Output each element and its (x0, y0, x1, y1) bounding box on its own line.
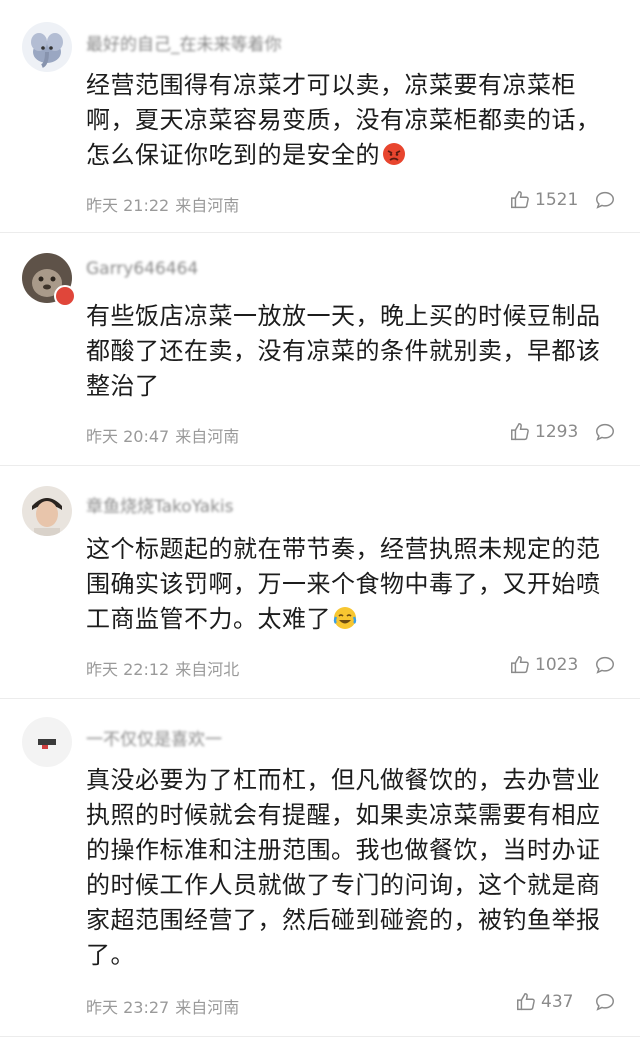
location: 来自河南 (175, 427, 240, 446)
thumbs-up-icon (511, 423, 529, 441)
location: 来自河北 (175, 660, 240, 679)
timestamp: 昨天 22:12 (86, 660, 170, 679)
comment-text: 这个标题起的就在带节奏，经营执照未规定的范围确实该罚啊，万一来个食物中毒了，又开… (86, 535, 601, 633)
avatar[interactable] (22, 22, 72, 72)
avatar[interactable] (22, 486, 72, 536)
comment-text: 经营范围得有凉菜才可以卖，凉菜要有凉菜柜啊，夏天凉菜容易变质，没有凉菜柜都卖的话… (86, 71, 601, 169)
thumbs-up-icon (511, 191, 529, 209)
vip-badge (54, 285, 76, 307)
timestamp: 昨天 23:27 (86, 998, 170, 1017)
like-button[interactable]: 1023 (509, 654, 578, 676)
like-count: 1293 (535, 422, 579, 442)
like-count: 1023 (535, 655, 579, 675)
comment-item: 最好的自己_在未来等着你 经营范围得有凉菜才可以卖，凉菜要有凉菜柜啊，夏天凉菜容… (0, 0, 640, 233)
comment-meta: 昨天 23:27 来自河南 (86, 994, 245, 1018)
comment-text: 有些饭店凉菜一放放一天，晚上买的时候豆制品都酸了还在卖，没有凉菜的条件就别卖，早… (86, 302, 601, 400)
comment-bubble-icon[interactable] (594, 421, 616, 443)
angry-face-emoji (382, 141, 406, 165)
laughing-crying-emoji (333, 605, 357, 629)
thumbs-up-icon (517, 993, 535, 1011)
comment-bubble-icon[interactable] (594, 654, 616, 676)
avatar[interactable] (22, 717, 72, 767)
like-button[interactable]: 437 (515, 991, 573, 1013)
location: 来自河南 (175, 998, 240, 1017)
comment-bubble-icon[interactable] (594, 991, 616, 1013)
thumbs-up-icon (511, 656, 529, 674)
location: 来自河南 (175, 196, 240, 215)
username[interactable]: 一不仅仅是喜欢一 (86, 725, 222, 750)
like-count: 1521 (535, 190, 579, 210)
comment-item: 章鱼烧烧TakoYakis 这个标题起的就在带节奏，经营执照未规定的范围确实该罚… (0, 466, 640, 699)
timestamp: 昨天 21:22 (86, 196, 170, 215)
comment-meta: 昨天 20:47 来自河南 (86, 423, 245, 447)
like-count: 437 (541, 992, 574, 1012)
like-button[interactable]: 1293 (509, 421, 578, 443)
comment-item: Garry646464 有些饭店凉菜一放放一天，晚上买的时候豆制品都酸了还在卖，… (0, 233, 640, 466)
comment-meta: 昨天 22:12 来自河北 (86, 656, 245, 680)
username[interactable]: Garry646464 (86, 259, 198, 279)
username[interactable]: 最好的自己_在未来等着你 (86, 30, 282, 55)
username[interactable]: 章鱼烧烧TakoYakis (86, 492, 234, 517)
comment-bubble-icon[interactable] (594, 189, 616, 211)
comment-item: 一不仅仅是喜欢一 真没必要为了杠而杠，但凡做餐饮的，去办营业执照的时候就会有提醒… (0, 699, 640, 1037)
comment-meta: 昨天 21:22 来自河南 (86, 192, 245, 216)
comment-text: 真没必要为了杠而杠，但凡做餐饮的，去办营业执照的时候就会有提醒，如果卖凉菜需要有… (86, 766, 601, 969)
like-button[interactable]: 1521 (509, 189, 578, 211)
timestamp: 昨天 20:47 (86, 427, 170, 446)
